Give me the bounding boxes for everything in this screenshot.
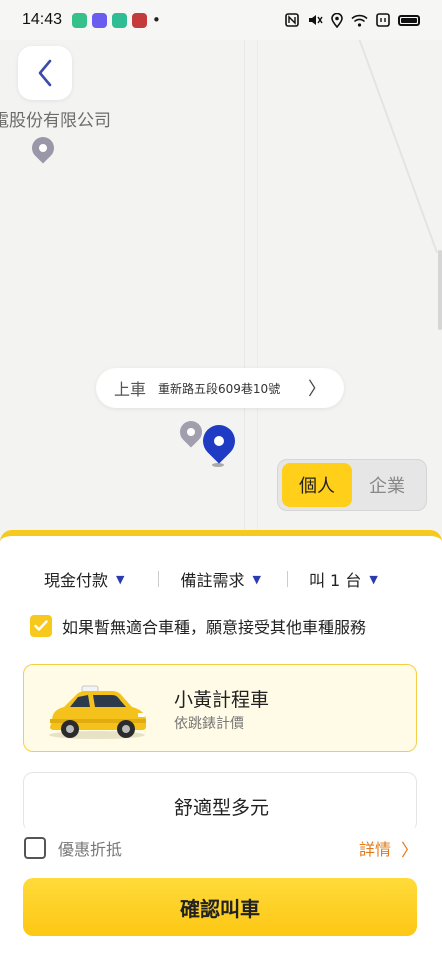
back-button[interactable]: [18, 46, 72, 100]
status-app-icons: •: [72, 11, 161, 29]
confirm-booking-button[interactable]: 確認叫車: [23, 878, 417, 936]
app-notification-icon: [92, 12, 108, 28]
toggle-business[interactable]: 企業: [352, 463, 422, 507]
location-icon: [331, 12, 343, 28]
map-road: [244, 40, 258, 535]
app-notification-icon: [112, 12, 128, 28]
vehicle-title: 小黃計程車: [174, 689, 270, 711]
battery-icon: [398, 14, 420, 26]
discount-label: 優惠折抵: [58, 840, 123, 859]
more-notifications-dot: •: [152, 11, 161, 29]
pickup-pin-icon[interactable]: [196, 418, 242, 464]
details-label: 詳情: [358, 840, 391, 859]
caret-down-icon: ▼: [252, 572, 261, 586]
note-label: 備註需求: [180, 571, 245, 590]
note-dropdown[interactable]: 備註需求 ▼: [180, 567, 260, 591]
discount-checkbox[interactable]: [24, 837, 46, 859]
chevron-left-icon: [38, 59, 52, 87]
caret-down-icon: ▼: [369, 572, 378, 586]
caret-down-icon: ▼: [116, 572, 125, 586]
map-scroll-indicator: [438, 250, 442, 330]
chevron-right-icon: 〉: [308, 379, 326, 400]
status-time: 14:43: [22, 11, 63, 28]
toggle-personal[interactable]: 個人: [282, 463, 352, 507]
divider: [158, 571, 160, 587]
pickup-tag: 上車: [114, 380, 147, 399]
vehicle-title: 舒適型多元: [174, 797, 270, 819]
discount-details-link[interactable]: 詳情 〉: [359, 836, 418, 861]
payment-method-label: 現金付款: [44, 571, 109, 590]
pickup-location-bubble[interactable]: 上車 重新路五段609巷10號 〉: [96, 368, 344, 408]
car-count-dropdown[interactable]: 叫 1 台 ▼: [309, 567, 378, 591]
app-notification-icon: [132, 12, 148, 28]
nfc-icon: [285, 13, 299, 27]
discount-row: 優惠折抵 詳情 〉: [0, 828, 442, 868]
check-icon: [34, 620, 48, 631]
pickup-address: 重新路五段609巷10號: [158, 381, 281, 396]
status-right-icons: [285, 12, 420, 28]
payment-method-dropdown[interactable]: 現金付款 ▼: [44, 567, 124, 591]
wifi-icon: [351, 14, 368, 27]
chevron-right-icon: 〉: [401, 840, 418, 861]
app-notification-icon: [72, 12, 88, 28]
vehicle-subtitle: 依跳錶計價: [174, 716, 244, 732]
account-type-toggle: 個人 企業: [277, 459, 427, 511]
mute-icon: [309, 15, 323, 25]
booking-sheet: 現金付款 ▼ 備註需求 ▼ 叫 1 台 ▼ 如果暫無適合車種，願意接受其他車種服…: [0, 530, 442, 958]
vehicle-option-comfort[interactable]: 舒適型多元: [23, 772, 417, 832]
data-icon: [376, 13, 390, 27]
taxi-car-icon: [49, 685, 146, 739]
map-road: [354, 40, 438, 254]
divider: [286, 571, 288, 587]
map-place-label: 電股份有限公司: [0, 111, 111, 131]
map-marker-icon[interactable]: [27, 132, 59, 164]
map-view[interactable]: 電股份有限公司 上車 重新路五段609巷10號 〉 個人 企業: [0, 40, 442, 535]
booking-options-row: 現金付款 ▼ 備註需求 ▼ 叫 1 台 ▼: [0, 564, 442, 594]
vehicle-option-taxi[interactable]: 小黃計程車 依跳錶計價: [23, 664, 417, 752]
accept-other-checkbox[interactable]: [30, 615, 52, 637]
car-count-label: 叫 1 台: [308, 571, 362, 590]
accept-other-label: 如果暫無適合車種，願意接受其他車種服務: [62, 618, 367, 637]
status-bar: 14:43 •: [0, 0, 442, 40]
accept-other-vehicle-row[interactable]: 如果暫無適合車種，願意接受其他車種服務: [30, 614, 366, 638]
